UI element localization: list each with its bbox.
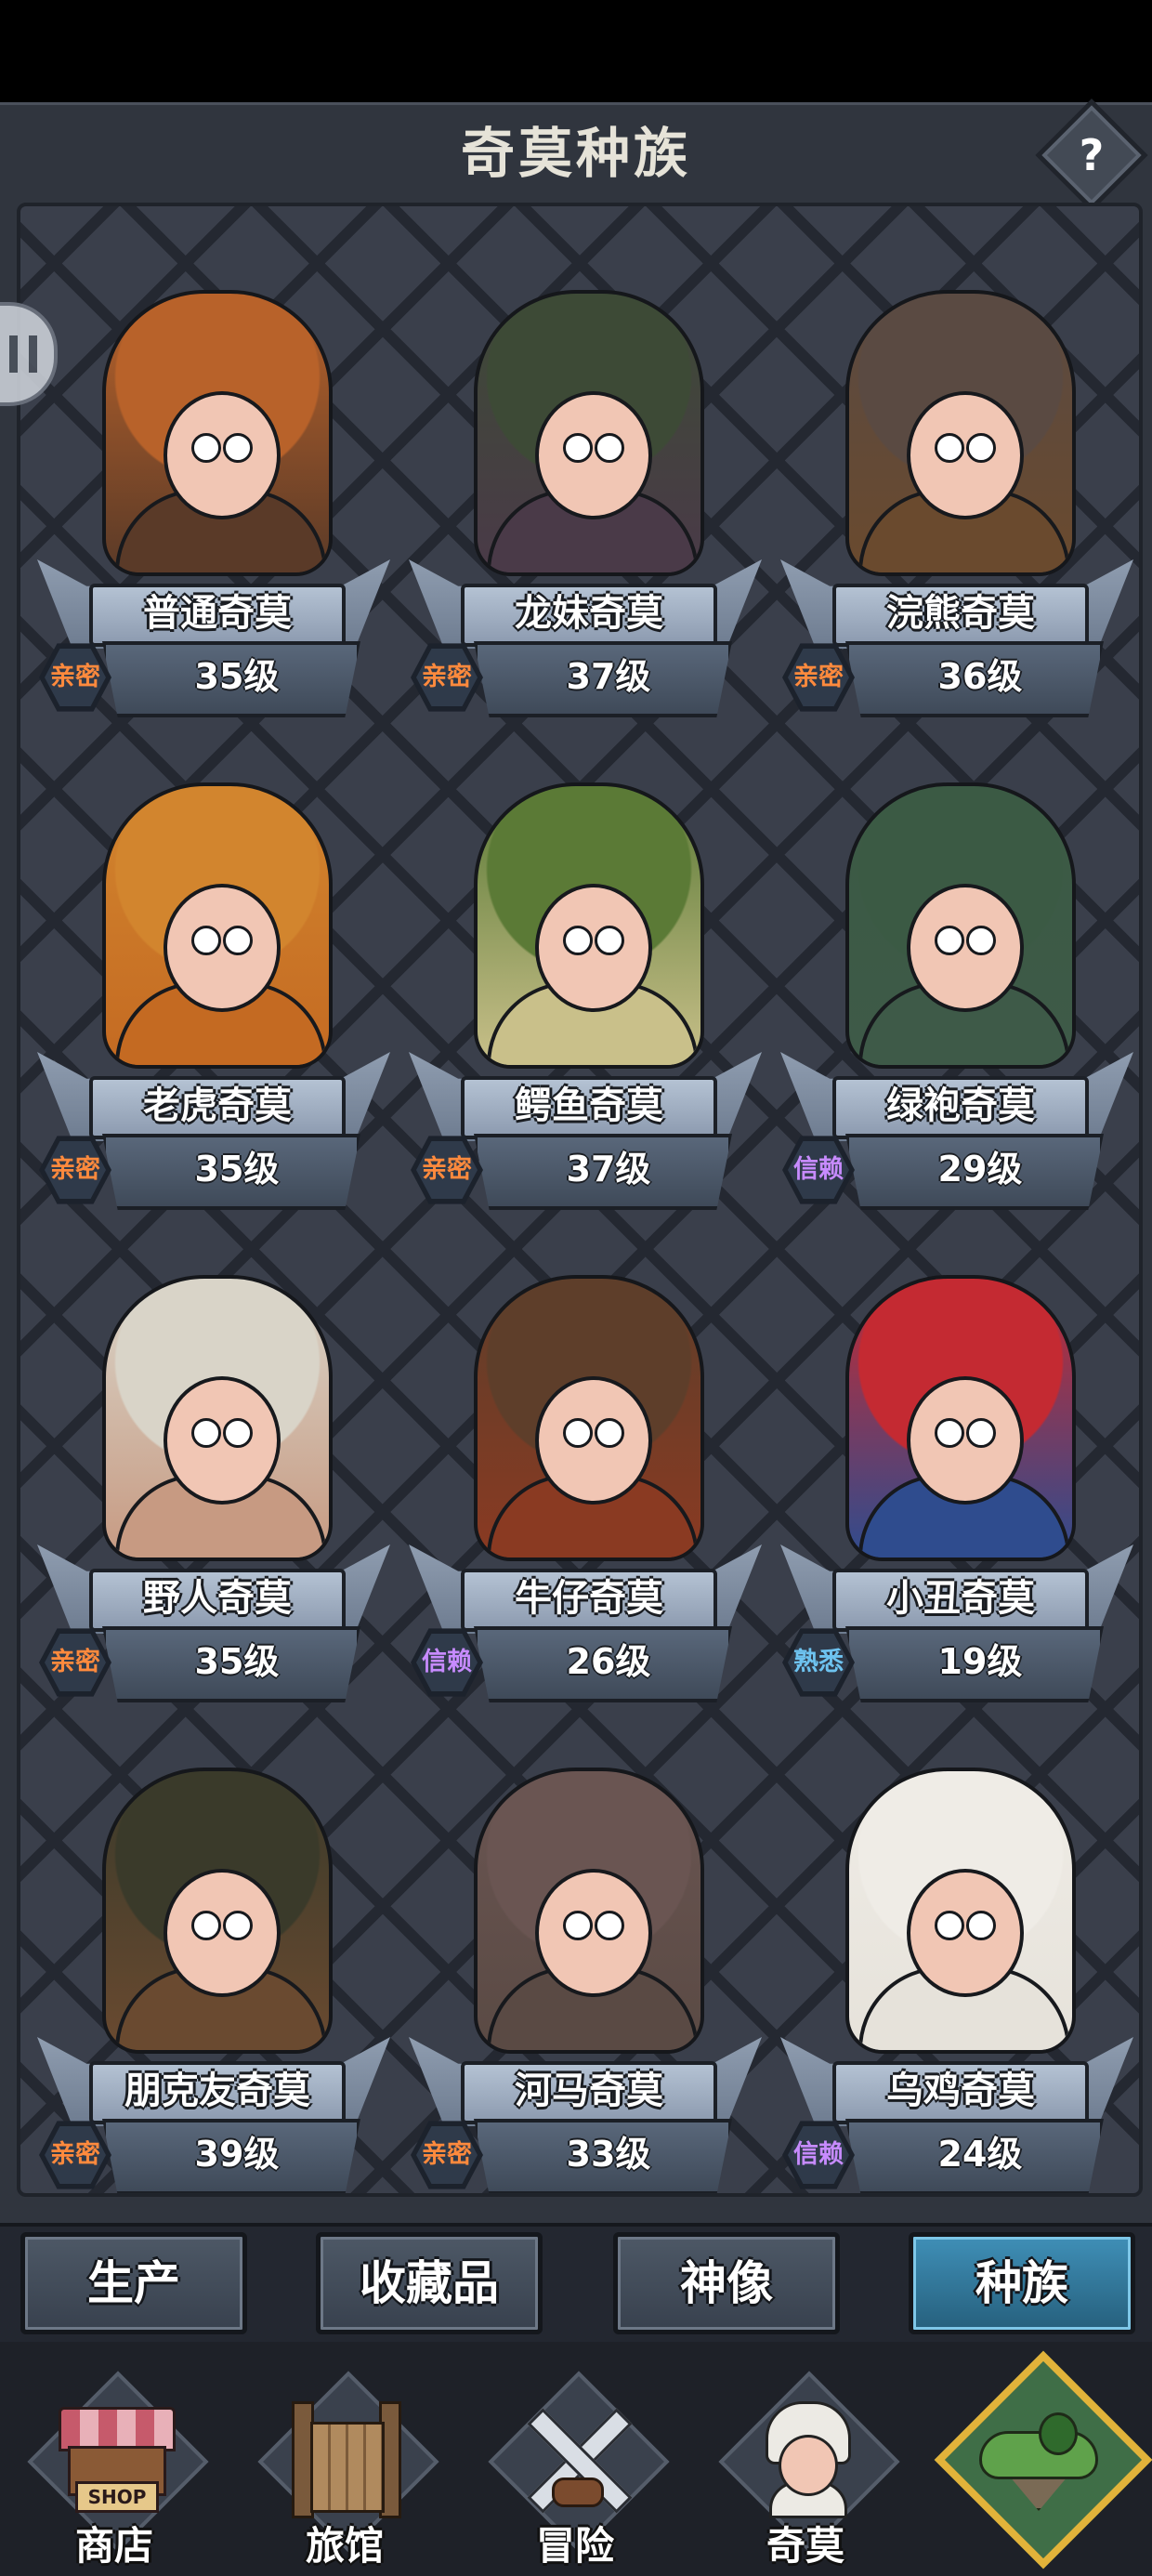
- nav-kimo[interactable]: 奇莫: [699, 2360, 912, 2576]
- crossed-swords-icon: [515, 2403, 635, 2515]
- race-level: 36级: [937, 656, 1023, 697]
- race-card[interactable]: 朋克友奇莫 39级 亲密: [37, 1768, 390, 2193]
- race-card[interactable]: 浣熊奇莫 36级 亲密: [780, 290, 1133, 717]
- tab-production[interactable]: 生产: [20, 2232, 247, 2334]
- race-level: 39级: [194, 2134, 280, 2175]
- status-bar: [0, 0, 1152, 102]
- relationship-badge: 信赖: [782, 1134, 855, 1206]
- pause-icon: [9, 335, 37, 373]
- race-name: 牛仔奇莫: [515, 1577, 663, 1620]
- race-portrait: [102, 1768, 333, 2054]
- nav-shop[interactable]: SHOP 商店: [7, 2360, 221, 2576]
- race-name: 朋克友奇莫: [124, 2070, 310, 2112]
- nav-adventure[interactable]: 冒险: [468, 2360, 682, 2576]
- race-name: 鳄鱼奇莫: [515, 1084, 663, 1127]
- race-portrait: [845, 290, 1076, 576]
- race-card[interactable]: 乌鸡奇莫 24级 信赖: [780, 1768, 1133, 2193]
- kimo-character-icon: [756, 2401, 855, 2518]
- race-grid: 普通奇莫 35级 亲密 龙妹奇莫 37级 亲密 浣熊奇莫 36级 亲密 老虎奇莫 35级 亲密 鳄鱼奇莫…: [17, 203, 1143, 2197]
- relationship-badge: 亲密: [411, 2119, 483, 2191]
- race-level: 35级: [194, 1149, 280, 1189]
- race-level: 19级: [937, 1641, 1023, 1682]
- race-level: 35级: [194, 656, 280, 697]
- race-level: 35级: [194, 1641, 280, 1682]
- race-portrait: [474, 1768, 704, 2054]
- nav-label: 奇莫: [766, 2523, 844, 2569]
- race-portrait: [845, 1275, 1076, 1561]
- race-level: 24级: [937, 2134, 1023, 2175]
- relationship-label: 亲密: [50, 663, 100, 691]
- race-card[interactable]: 河马奇莫 33级 亲密: [409, 1768, 762, 2193]
- relationship-label: 亲密: [422, 663, 472, 691]
- relationship-badge: 信赖: [782, 2119, 855, 2191]
- race-name: 绿袍奇莫: [886, 1084, 1035, 1127]
- relationship-label: 亲密: [50, 1155, 100, 1184]
- relationship-label: 熟悉: [793, 1648, 844, 1676]
- race-name: 野人奇莫: [143, 1577, 292, 1620]
- relationship-badge: 亲密: [782, 641, 855, 714]
- relationship-badge: 亲密: [39, 2119, 111, 2191]
- nav-label: 旅馆: [305, 2523, 384, 2569]
- race-portrait: [102, 290, 333, 576]
- nav-inn[interactable]: 旅馆: [238, 2360, 452, 2576]
- race-card[interactable]: 普通奇莫 35级 亲密: [37, 290, 390, 717]
- race-portrait: [474, 290, 704, 576]
- relationship-label: 亲密: [793, 663, 844, 691]
- relationship-label: 信赖: [793, 2140, 844, 2169]
- relationship-label: 亲密: [422, 1155, 472, 1184]
- relationship-badge: 亲密: [411, 1134, 483, 1206]
- race-portrait: [845, 1768, 1076, 2054]
- race-name: 小丑奇莫: [886, 1577, 1035, 1620]
- relationship-label: 亲密: [50, 1648, 100, 1676]
- floating-island-icon: [979, 2412, 1098, 2511]
- relationship-badge: 亲密: [411, 641, 483, 714]
- page-title: 奇莫种族: [460, 122, 691, 185]
- tab-statues[interactable]: 神像: [613, 2232, 840, 2334]
- help-icon: ?: [1079, 130, 1105, 180]
- relationship-badge: 亲密: [39, 1626, 111, 1699]
- race-card[interactable]: 老虎奇莫 35级 亲密: [37, 782, 390, 1210]
- relationship-badge: 亲密: [39, 641, 111, 714]
- race-level: 26级: [566, 1641, 651, 1682]
- nav-label: 冒险: [535, 2523, 614, 2569]
- tab-collectibles[interactable]: 收藏品: [316, 2232, 543, 2334]
- inn-gate-icon: [292, 2401, 401, 2518]
- nav-island[interactable]: [929, 2350, 1152, 2576]
- tab-races[interactable]: 种族: [909, 2232, 1135, 2334]
- race-portrait: [474, 1275, 704, 1561]
- race-name: 普通奇莫: [143, 592, 292, 635]
- race-portrait: [845, 782, 1076, 1069]
- relationship-badge: 亲密: [39, 1134, 111, 1206]
- race-level: 29级: [937, 1149, 1023, 1189]
- race-level: 37级: [566, 1149, 651, 1189]
- race-portrait: [102, 1275, 333, 1561]
- race-card[interactable]: 绿袍奇莫 29级 信赖: [780, 782, 1133, 1210]
- race-name: 龙妹奇莫: [515, 592, 663, 635]
- race-card[interactable]: 鳄鱼奇莫 37级 亲密: [409, 782, 762, 1210]
- race-card[interactable]: 龙妹奇莫 37级 亲密: [409, 290, 762, 717]
- relationship-label: 信赖: [422, 1648, 472, 1676]
- race-portrait: [474, 782, 704, 1069]
- race-portrait: [102, 782, 333, 1069]
- race-card[interactable]: 野人奇莫 35级 亲密: [37, 1275, 390, 1702]
- shop-sign: SHOP: [75, 2481, 159, 2513]
- relationship-label: 亲密: [50, 2140, 100, 2169]
- shop-icon: SHOP: [59, 2407, 176, 2513]
- race-name: 老虎奇莫: [143, 1084, 292, 1127]
- race-name: 河马奇莫: [515, 2070, 663, 2112]
- race-level: 37级: [566, 656, 651, 697]
- race-name: 乌鸡奇莫: [886, 2070, 1035, 2112]
- relationship-badge: 信赖: [411, 1626, 483, 1699]
- race-card[interactable]: 小丑奇莫 19级 熟悉: [780, 1275, 1133, 1702]
- race-level: 33级: [566, 2134, 651, 2175]
- relationship-badge: 熟悉: [782, 1626, 855, 1699]
- nav-label: 商店: [74, 2523, 153, 2569]
- race-name: 浣熊奇莫: [886, 592, 1035, 635]
- relationship-label: 信赖: [793, 1155, 844, 1184]
- race-card[interactable]: 牛仔奇莫 26级 信赖: [409, 1275, 762, 1702]
- relationship-label: 亲密: [422, 2140, 472, 2169]
